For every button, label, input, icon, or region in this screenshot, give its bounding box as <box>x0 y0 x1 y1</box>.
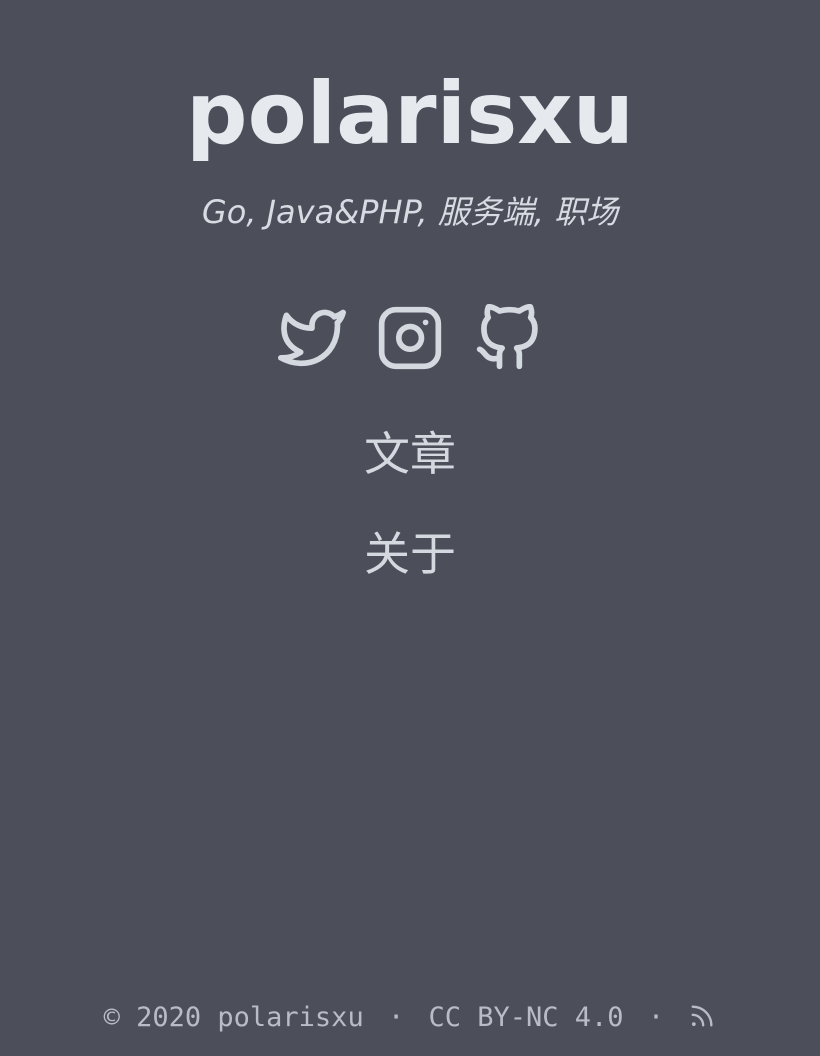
site-description: Go, Java&PHP, 服务端, 职场 <box>201 193 619 231</box>
license-link[interactable]: CC BY-NC 4.0 <box>429 1002 624 1033</box>
github-link[interactable] <box>474 303 542 372</box>
copyright-text: © 2020 polarisxu <box>103 1002 364 1033</box>
twitter-icon <box>278 309 346 367</box>
github-icon <box>476 303 538 370</box>
twitter-link[interactable] <box>278 304 346 372</box>
instagram-link[interactable] <box>376 304 444 372</box>
site-footer: © 2020 polarisxu · CC BY-NC 4.0 · <box>0 996 820 1040</box>
rss-icon <box>691 1005 713 1027</box>
site-title[interactable]: polarisxu <box>0 62 820 166</box>
separator: · <box>387 1002 405 1033</box>
main-nav: 文章 关于 <box>0 420 820 620</box>
instagram-icon <box>378 306 442 370</box>
rss-link[interactable] <box>688 1000 716 1028</box>
site-header: polarisxu Go, Java&PHP, 服务端, 职场 <box>0 62 820 232</box>
nav-item-about[interactable]: 关于 <box>0 520 820 588</box>
nav-item-articles[interactable]: 文章 <box>0 420 820 488</box>
separator: · <box>647 1002 665 1033</box>
social-links <box>0 303 820 372</box>
